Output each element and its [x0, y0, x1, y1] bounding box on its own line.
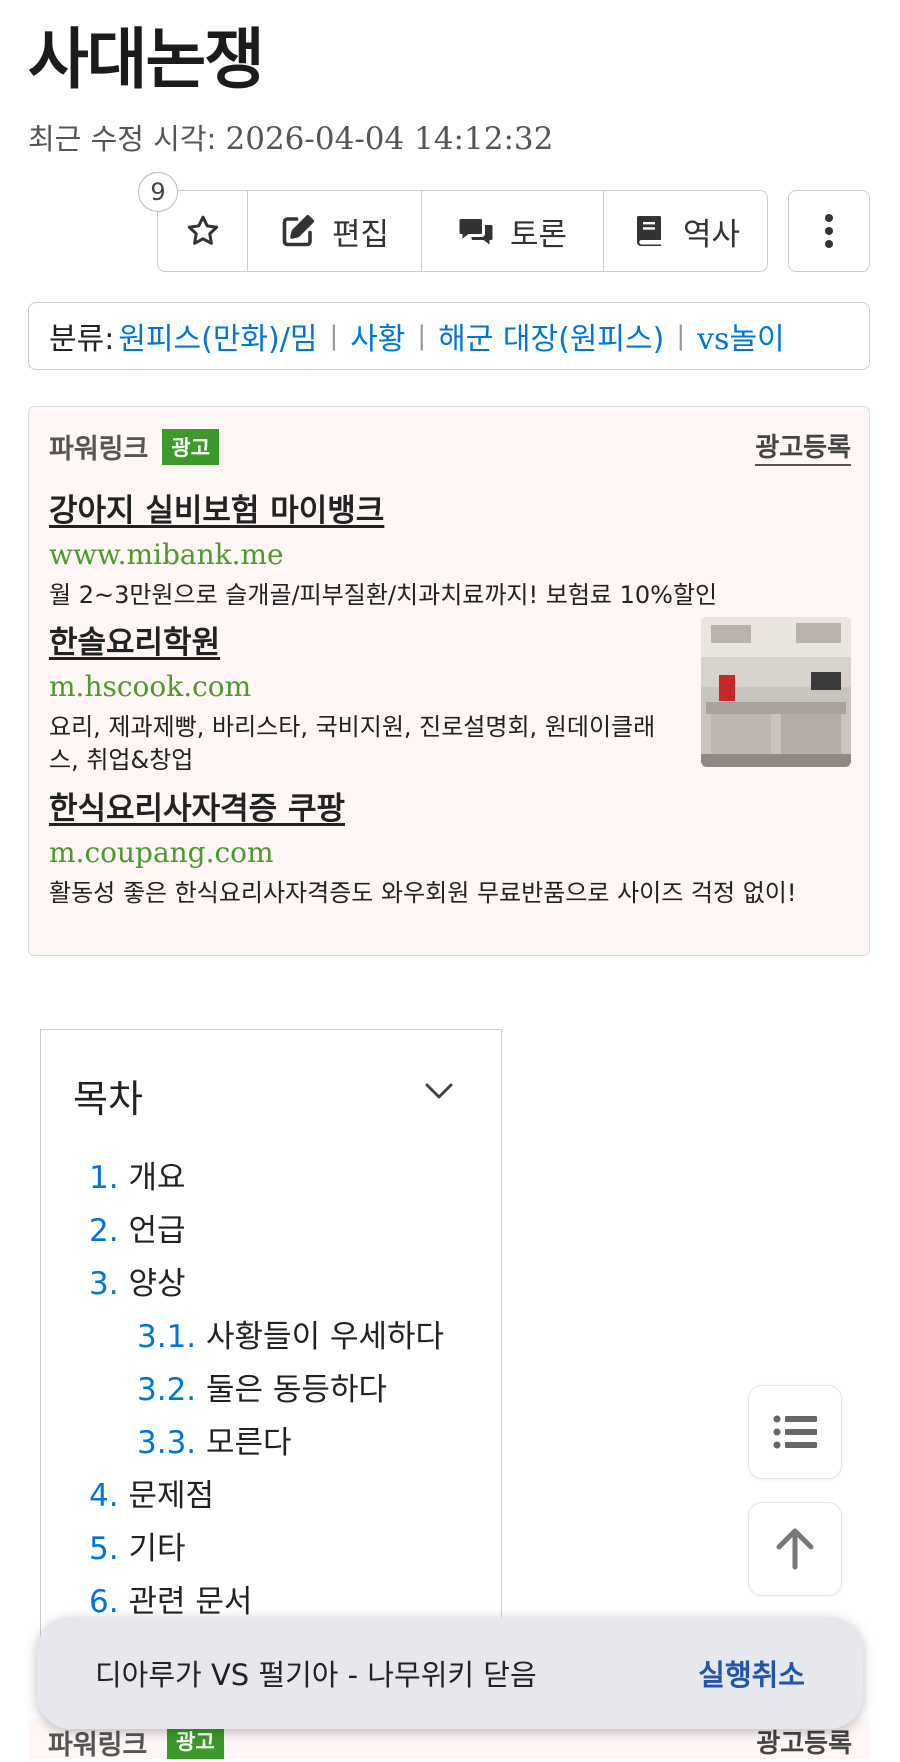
table-of-contents: 목차 1. 개요 2. 언급 3. 양상 3.1. 사황들이 우세하다 3.2.… [40, 1029, 502, 1669]
toc-number: 5. [89, 1531, 119, 1567]
category-separator: | [417, 321, 427, 351]
category-label: 분류: [49, 322, 115, 357]
arrow-up-icon [776, 1528, 814, 1570]
toc-item[interactable]: 3.1. 사황들이 우세하다 [89, 1312, 444, 1365]
toc-title: 목차 [73, 1077, 143, 1121]
toc-number: 3.1. [137, 1319, 197, 1355]
ad-item[interactable]: 한식요리사자격증 쿠팡 m.coupang.com 활동성 좋은 한식요리사자격… [49, 783, 849, 910]
ad-item[interactable]: 한솔요리학원 m.hscook.com 요리, 제과제빵, 바리스타, 국비지원… [49, 617, 669, 777]
ad-register-link[interactable]: 광고등록 [755, 427, 851, 466]
toc-item[interactable]: 1. 개요 [89, 1153, 444, 1206]
toc-label: 사황들이 우세하다 [206, 1319, 445, 1355]
toc-label: 양상 [128, 1266, 186, 1302]
ad-description: 활동성 좋은 한식요리사자격증도 와우회원 무료반품으로 사이즈 걱정 없이! [49, 879, 797, 907]
toc-label: 언급 [128, 1213, 186, 1249]
category-link[interactable]: 사황 [350, 314, 405, 358]
ad-brand: 파워링크 [49, 434, 149, 465]
toast-snackbar: 디아루가 VS 펄기아 - 나무위키 닫음 실행취소 [37, 1617, 863, 1729]
ad-header: 파워링크 광고 [49, 427, 220, 466]
toc-number: 4. [89, 1478, 119, 1514]
toc-item[interactable]: 3.3. 모른다 [89, 1418, 444, 1471]
toc-item[interactable]: 4. 문제점 [89, 1471, 444, 1524]
ad-thumbnail[interactable] [701, 617, 851, 767]
toast-message: 디아루가 VS 펄기아 - 나무위키 닫음 [95, 1658, 537, 1692]
toc-item[interactable]: 3.2. 둘은 동등하다 [89, 1365, 444, 1418]
toc-list-icon [773, 1415, 817, 1449]
edit-icon [282, 214, 315, 247]
last-modified: 최근 수정 시각: 2026-04-04 14:12:32 [28, 116, 553, 158]
category-link[interactable]: vs놀이 [697, 314, 785, 358]
toc-number: 3.3. [137, 1425, 197, 1461]
ad-description: 월 2~3만원으로 슬개골/피부질환/치과치료까지! 보험료 10%할인 [49, 581, 718, 609]
toc-label: 모른다 [206, 1425, 292, 1461]
last-modified-label: 최근 수정 시각: [28, 122, 217, 156]
last-modified-time: 2026-04-04 14:12:32 [225, 121, 554, 157]
more-button[interactable] [788, 190, 870, 272]
ad-url: m.hscook.com [49, 670, 252, 703]
ad-badge: 광고 [162, 428, 220, 465]
toc-item[interactable]: 5. 기타 [89, 1524, 444, 1577]
category-separator: | [676, 321, 686, 351]
category-link[interactable]: 해군 대장(원피스) [438, 314, 664, 358]
history-button[interactable]: 역사 [604, 191, 767, 271]
toc-label: 둘은 동등하다 [206, 1372, 387, 1408]
star-icon [187, 215, 218, 245]
category-separator: | [329, 321, 339, 351]
toc-number: 2. [89, 1213, 119, 1249]
toc-number: 3. [89, 1266, 119, 1302]
toc-label: 문제점 [128, 1478, 214, 1514]
discussion-icon [459, 219, 493, 245]
edit-label: 편집 [331, 216, 390, 253]
history-label: 역사 [682, 216, 741, 253]
chevron-down-icon[interactable] [424, 1082, 454, 1100]
toc-label: 관련 문서 [128, 1584, 253, 1620]
toc-number: 1. [89, 1160, 119, 1196]
page-title: 사대논쟁 [28, 21, 265, 98]
category-link[interactable]: 원피스(만화)/밈 [118, 314, 317, 358]
discuss-label: 토론 [509, 216, 568, 253]
article-toolbar: 편집 토론 역사 [157, 190, 768, 272]
scroll-top-button[interactable] [748, 1502, 842, 1596]
ad-item[interactable]: 강아지 실비보험 마이뱅크 www.mibank.me 월 2~3만원으로 슬개… [49, 485, 849, 612]
ad-url: www.mibank.me [49, 538, 284, 571]
toc-item[interactable]: 3. 양상 [89, 1259, 444, 1312]
toc-float-button[interactable] [748, 1385, 842, 1479]
more-vertical-icon [825, 214, 833, 248]
ad-url: m.coupang.com [49, 836, 274, 869]
ad-title[interactable]: 한식요리사자격증 쿠팡 [49, 783, 849, 828]
ad-title[interactable]: 강아지 실비보험 마이뱅크 [49, 485, 849, 530]
discuss-button[interactable]: 토론 [422, 191, 604, 271]
star-count-badge: 9 [138, 172, 178, 212]
toc-number: 3.2. [137, 1372, 197, 1408]
ad-title[interactable]: 한솔요리학원 [49, 617, 669, 662]
ad-description: 요리, 제과제빵, 바리스타, 국비지원, 진로설명회, 원데이클래스, 취업&… [49, 713, 656, 774]
toc-label: 개요 [128, 1160, 186, 1196]
edit-button[interactable]: 편집 [248, 191, 422, 271]
book-icon [636, 216, 661, 246]
powerlink-ad: 파워링크 광고 광고등록 강아지 실비보험 마이뱅크 www.mibank.me… [28, 406, 870, 956]
toc-list: 1. 개요 2. 언급 3. 양상 3.1. 사황들이 우세하다 3.2. 둘은… [89, 1153, 444, 1630]
toc-label: 기타 [128, 1531, 186, 1567]
category-box: 분류: 원피스(만화)/밈 | 사황 | 해군 대장(원피스) | vs놀이 [28, 302, 870, 370]
toc-item[interactable]: 2. 언급 [89, 1206, 444, 1259]
toc-number: 6. [89, 1584, 119, 1620]
undo-button[interactable]: 실행취소 [698, 1652, 805, 1694]
